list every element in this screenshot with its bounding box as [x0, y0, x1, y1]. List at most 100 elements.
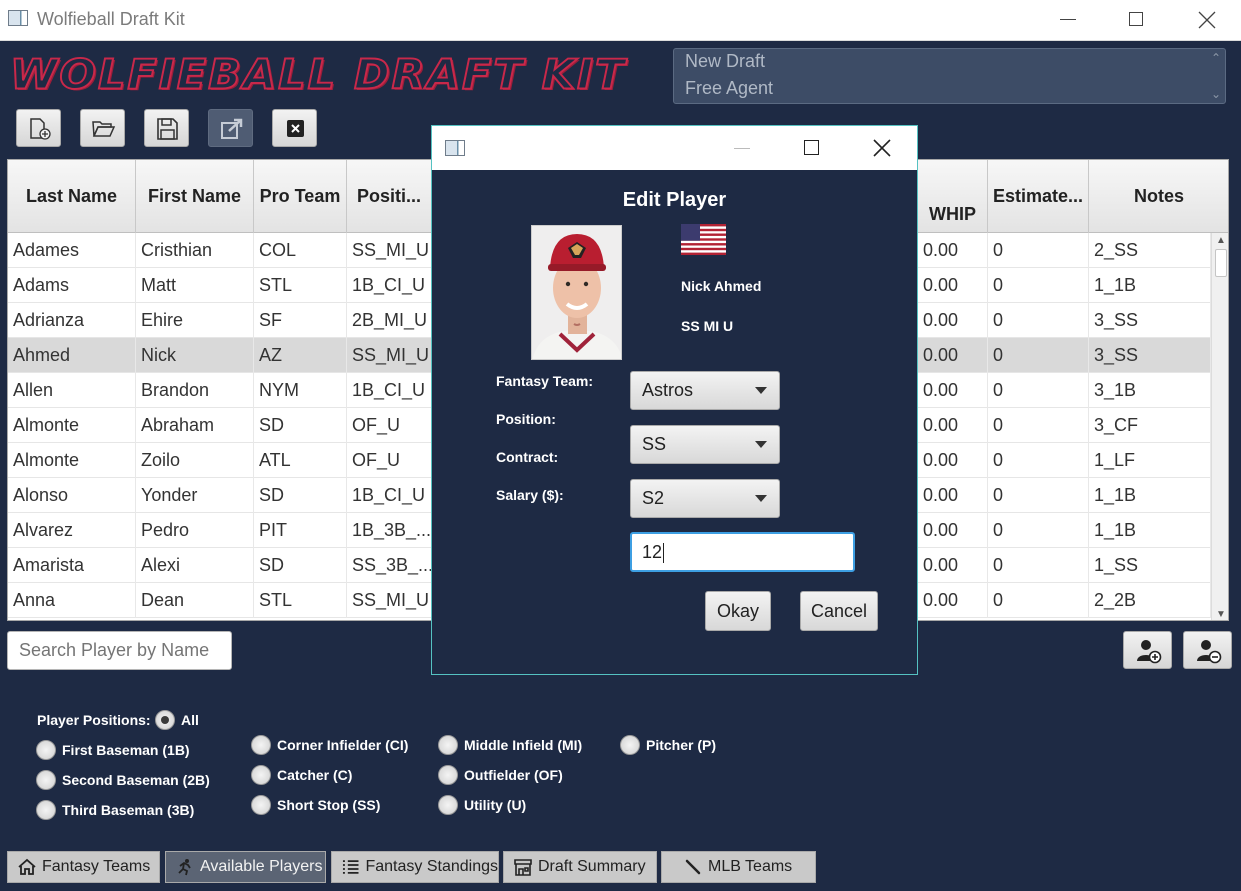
contract-label: Contract: [496, 449, 559, 465]
radio-label[interactable]: First Baseman (1B) [62, 742, 190, 758]
close-button[interactable] [1184, 6, 1230, 34]
draft-list-item[interactable]: Free Agent [685, 78, 773, 99]
radio-third-base[interactable] [36, 800, 56, 820]
cell-pro-team: STL [254, 268, 347, 303]
scroll-up-icon[interactable]: ▲ [1216, 235, 1226, 246]
tab-draft-summary[interactable]: Draft Summary [503, 851, 657, 883]
scroll-up-icon[interactable]: ⌃ [1211, 51, 1221, 65]
scroll-down-icon[interactable]: ⌄ [1211, 87, 1221, 101]
radio-label[interactable]: Pitcher (P) [646, 737, 716, 753]
cell-estimated: 0 [988, 443, 1089, 478]
cell-estimated: 0 [988, 338, 1089, 373]
table-scrollbar[interactable]: ▲ ▼ [1211, 233, 1228, 620]
cell-notes: 3_CF [1089, 408, 1211, 443]
window-title: Wolfieball Draft Kit [37, 9, 185, 29]
export-icon [221, 118, 243, 139]
save-draft-button[interactable] [144, 109, 189, 147]
scrollbar-thumb[interactable] [1215, 249, 1227, 277]
radio-label[interactable]: Catcher (C) [277, 767, 352, 783]
dialog-maximize-button[interactable] [792, 134, 832, 162]
contract-select[interactable]: S2 [630, 479, 780, 518]
save-icon [157, 118, 178, 140]
column-header-positions[interactable]: Positi... [347, 160, 432, 233]
cell-last-name: Alvarez [8, 513, 136, 548]
position-select[interactable]: SS [630, 425, 780, 464]
radio-pitcher[interactable] [620, 735, 640, 755]
radio-label[interactable]: Middle Infield (MI) [464, 737, 582, 753]
remove-player-button[interactable] [1183, 631, 1232, 669]
maximize-button[interactable] [1113, 6, 1159, 34]
edit-player-dialog: Edit Player Nick Ahmed SS MI U Fantasy T… [431, 125, 918, 675]
column-header-whip[interactable]: WHIP [918, 160, 988, 233]
cell-positions: SS_MI_U [347, 583, 432, 618]
dialog-minimize-button[interactable] [722, 134, 762, 162]
cell-first-name: Zoilo [136, 443, 254, 478]
exit-button[interactable] [272, 109, 317, 147]
minimize-button[interactable] [1045, 6, 1091, 34]
cell-pro-team: PIT [254, 513, 347, 548]
fantasy-team-select[interactable]: Astros [630, 371, 780, 410]
new-draft-button[interactable] [16, 109, 61, 147]
radio-label[interactable]: Corner Infielder (CI) [277, 737, 408, 753]
radio-middle-infield[interactable] [438, 735, 458, 755]
cell-estimated: 0 [988, 373, 1089, 408]
cell-whip: 0.00 [918, 338, 988, 373]
radio-label[interactable]: Short Stop (SS) [277, 797, 380, 813]
column-header-first-name[interactable]: First Name [136, 160, 254, 233]
cell-first-name: Pedro [136, 513, 254, 548]
column-header-estimated[interactable]: Estimate... [988, 160, 1089, 233]
salary-input[interactable]: 12 [630, 532, 855, 572]
cell-estimated: 0 [988, 548, 1089, 583]
new-file-icon [30, 118, 51, 140]
cell-notes: 3_1B [1089, 373, 1211, 408]
radio-label[interactable]: Third Baseman (3B) [62, 802, 194, 818]
cell-pro-team: SD [254, 408, 347, 443]
radio-catcher[interactable] [251, 765, 271, 785]
radio-outfielder[interactable] [438, 765, 458, 785]
radio-corner-infielder[interactable] [251, 735, 271, 755]
radio-utility[interactable] [438, 795, 458, 815]
cell-pro-team: ATL [254, 443, 347, 478]
scroll-down-icon[interactable]: ▼ [1216, 609, 1226, 620]
close-box-icon [287, 120, 304, 137]
cancel-button[interactable]: Cancel [800, 591, 878, 631]
player-name: Nick Ahmed [681, 278, 762, 294]
tab-label: Available Players [200, 858, 323, 875]
salary-label: Salary ($): [496, 487, 564, 503]
cell-pro-team: NYM [254, 373, 347, 408]
export-draft-button[interactable] [208, 109, 253, 147]
search-input[interactable] [7, 631, 232, 670]
column-header-notes[interactable]: Notes [1089, 160, 1228, 233]
cell-first-name: Cristhian [136, 233, 254, 268]
player-positions: SS MI U [681, 318, 734, 334]
column-header-pro-team[interactable]: Pro Team [254, 160, 347, 233]
radio-short-stop[interactable] [251, 795, 271, 815]
draft-list-item[interactable]: New Draft [685, 51, 765, 72]
okay-button[interactable]: Okay [705, 591, 771, 631]
draft-list[interactable]: New Draft Free Agent ⌃ ⌄ [673, 48, 1226, 104]
cell-last-name: Almonte [8, 443, 136, 478]
tab-mlb-teams[interactable]: MLB Teams [661, 851, 816, 883]
radio-label[interactable]: Utility (U) [464, 797, 526, 813]
tab-available-players[interactable]: Available Players [165, 851, 326, 883]
column-header-last-name[interactable]: Last Name [8, 160, 136, 233]
open-draft-button[interactable] [80, 109, 125, 147]
radio-label[interactable]: All [181, 712, 199, 728]
dialog-close-button[interactable] [862, 134, 902, 162]
radio-second-base[interactable] [36, 770, 56, 790]
tab-fantasy-standings[interactable]: Fantasy Standings [331, 851, 499, 883]
cell-whip: 0.00 [918, 233, 988, 268]
window-title-bar: Wolfieball Draft Kit [0, 0, 1241, 41]
radio-label[interactable]: Outfielder (OF) [464, 767, 563, 783]
app-icon [8, 10, 28, 26]
cell-first-name: Brandon [136, 373, 254, 408]
tab-label: Fantasy Teams [42, 858, 151, 875]
tab-label: MLB Teams [708, 858, 793, 875]
tab-fantasy-teams[interactable]: Fantasy Teams [7, 851, 160, 883]
radio-first-base[interactable] [36, 740, 56, 760]
radio-label[interactable]: Second Baseman (2B) [62, 772, 210, 788]
add-player-button[interactable] [1123, 631, 1172, 669]
contract-value: S2 [642, 488, 665, 508]
fantasy-team-label: Fantasy Team: [496, 373, 593, 389]
radio-all[interactable] [155, 710, 175, 730]
